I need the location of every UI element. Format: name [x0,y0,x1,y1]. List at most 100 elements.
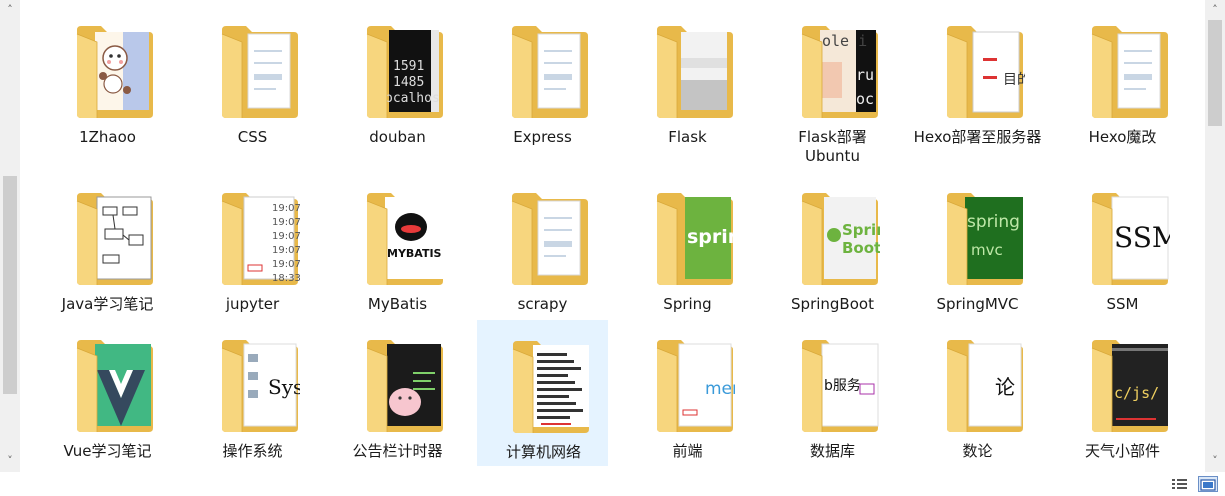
svg-text:ocalhos: ocalhos [385,91,440,106]
svg-text:18:33: 18:33 [272,273,300,284]
folder-icon: spring [655,185,755,287]
folder-name: SSM [1106,295,1139,313]
folder-item[interactable]: Express [477,6,608,152]
folder-item[interactable]: Hexo魔改 [1057,6,1188,152]
scroll-down-icon[interactable]: ˅ [1209,455,1221,467]
svg-text:19:07: 19:07 [272,231,300,242]
svg-text:19:07: 19:07 [272,217,300,228]
folder-icon: men [655,332,743,434]
folder-icon: 19:07 19:07 19:07 19:07 19:07 18:33 [220,185,301,287]
folder-item[interactable]: Flask [622,6,753,152]
svg-text:SSM: SSM [1114,221,1170,254]
folder-item[interactable]: ole i ru oc Flask部署Ubuntu [767,6,898,165]
folder-icon: c/js/ [1090,332,1170,434]
folder-icon [75,185,155,287]
svg-text:目的: 目的 [1003,72,1025,88]
svg-text:b服务: b服务 [824,378,861,394]
folder-icon: 1591 1485 ocalhos [365,18,445,120]
folder-icon [75,18,155,120]
folder-name: Spring [663,295,712,313]
folder-name: Express [513,128,572,146]
folder-item[interactable]: spring Spring [622,173,755,319]
folder-icon: SSM [1090,185,1181,287]
folder-name: Flask [668,128,707,146]
details-view-icon[interactable] [1170,476,1190,492]
folder-icon [655,18,735,120]
folder-item[interactable]: 1Zhaoo [42,6,173,152]
folder-icon: Sys [220,332,303,434]
folder-icon: MYBATIS [365,185,445,287]
svg-text:men: men [705,379,735,399]
svg-text:1591: 1591 [393,59,424,74]
folder-item[interactable]: c/js/ 天气小部件 [1057,320,1188,466]
folder-item[interactable]: 目的 Hexo部署至服务器 [912,6,1043,152]
folder-name: Java学习笔记 [61,295,154,313]
folder-item[interactable]: spring mvc SpringMVC [912,173,1043,319]
folder-item[interactable]: MYBATIS MyBatis [332,173,463,319]
folder-name: 前端 [672,442,703,460]
folder-item[interactable]: men 前端 [622,320,753,466]
folder-icon [220,18,300,120]
scroll-up-icon[interactable]: ˄ [1209,4,1221,16]
folder-item[interactable]: CSS [187,6,318,152]
folder-item[interactable]: Spring Boot SpringBoot [767,173,898,319]
folder-name: 操作系统 [222,442,283,460]
folder-icon: 目的 [945,18,1031,120]
folder-item[interactable]: 19:07 19:07 19:07 19:07 19:07 18:33 jupyter [187,173,318,319]
folder-icon [365,332,445,434]
svg-text:Sys: Sys [268,375,300,399]
folder-item[interactable]: Java学习笔记 [42,173,173,319]
large-icons-view-icon[interactable] [1198,476,1218,492]
svg-text:19:07: 19:07 [272,245,300,256]
folder-icon [75,332,155,434]
scroll-thumb[interactable] [1208,20,1222,126]
left-scrollbar[interactable]: ˄ ˅ [0,0,20,472]
folder-name: SpringBoot [791,295,874,313]
folder-item[interactable]: SSM SSM [1057,173,1188,319]
svg-text:ru: ru [856,66,874,84]
svg-text:ole i: ole i [822,32,867,50]
folder-icon [1090,18,1170,120]
svg-text:19:07: 19:07 [272,259,300,270]
svg-text:19:07: 19:07 [272,203,300,214]
folder-icon [511,333,591,435]
folder-name: Hexo部署至服务器 [913,128,1042,146]
svg-text:Boot: Boot [842,239,880,257]
folder-item[interactable]: scrapy [477,173,608,319]
scroll-up-icon[interactable]: ˄ [4,4,16,16]
folder-name: Vue学习笔记 [63,442,152,460]
right-scrollbar[interactable]: ˄ ˅ [1205,0,1225,472]
folder-icon: ole i ru oc [800,18,880,120]
folder-item[interactable]: 计算机网络 [477,320,608,466]
folder-name: SpringMVC [936,295,1019,313]
svg-text:mvc: mvc [971,241,1003,259]
folder-name: 计算机网络 [505,443,581,461]
svg-text:spring: spring [687,226,735,248]
folder-item[interactable]: 论 数论 [912,320,1043,466]
svg-text:MYBATIS: MYBATIS [387,247,442,260]
folder-name: Hexo魔改 [1088,128,1157,146]
folder-icon [510,185,590,287]
folder-name: 公告栏计时器 [352,442,443,460]
folder-item[interactable]: b服务 数据库 [767,320,898,466]
folder-item[interactable]: 1591 1485 ocalhos douban [332,6,463,152]
folder-name: MyBatis [367,295,428,313]
svg-text:论: 论 [995,375,1015,399]
folder-icon [510,18,590,120]
folder-icon: 论 [945,332,1025,434]
folder-name: scrapy [517,295,568,313]
svg-text:spring: spring [967,212,1020,232]
scroll-thumb[interactable] [3,176,17,394]
folder-name: 数据库 [809,442,855,460]
svg-text:Spring: Spring [842,221,880,239]
folder-name: douban [369,128,426,146]
scroll-down-icon[interactable]: ˅ [4,455,16,467]
folder-item[interactable]: Vue学习笔记 [42,320,173,466]
folder-icon: Spring Boot [800,185,898,287]
folder-icon: spring mvc [945,185,1025,287]
folder-item[interactable]: 公告栏计时器 [332,320,463,466]
folder-name: Flask部署Ubuntu [798,128,867,165]
folder-name: jupyter [225,295,280,313]
folder-item[interactable]: Sys 操作系统 [187,320,318,466]
folder-name: 1Zhaoo [79,128,136,146]
